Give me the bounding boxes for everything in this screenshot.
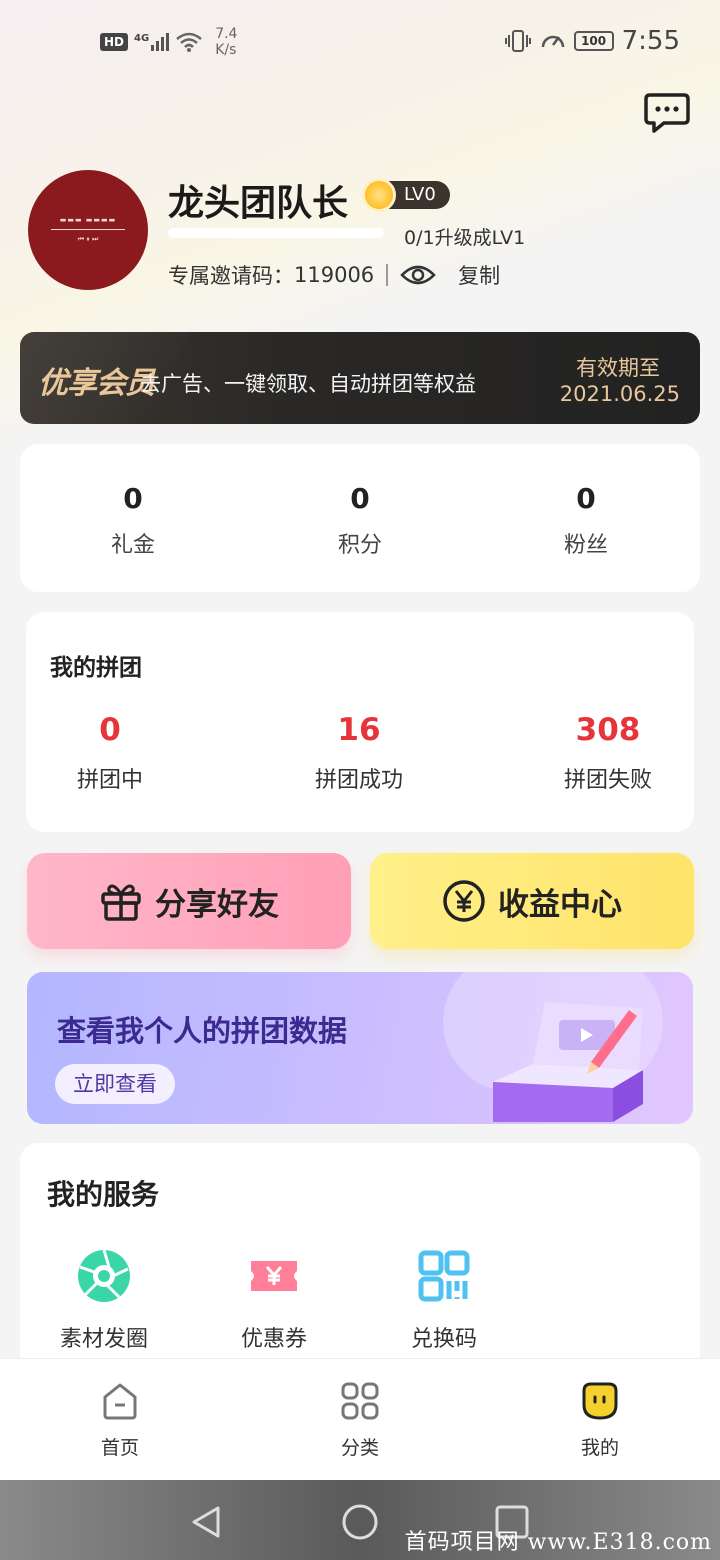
watermark: 首码项目网 www.E318.com: [404, 1530, 712, 1555]
stat-label: 粉丝: [563, 533, 608, 558]
group-stat-failed[interactable]: 308 拼团失败: [518, 712, 698, 794]
stat-points[interactable]: 0 积分: [280, 482, 440, 559]
aperture-icon: [78, 1249, 130, 1302]
banner-title: 查看我个人的拼团数据: [57, 1014, 348, 1048]
stat-label: 积分: [337, 533, 382, 558]
group-stat-label: 拼团成功: [314, 768, 403, 793]
vip-expire-label: 有效期至: [576, 356, 660, 380]
qr-code-icon: [418, 1250, 470, 1302]
avatar-artwork-text: ▬▬▬ ▬▬▬▬: [59, 216, 117, 224]
group-stat-label: 拼团中: [76, 768, 143, 793]
stat-value: 0: [576, 482, 596, 515]
group-stat-in-progress[interactable]: 0 拼团中: [20, 712, 200, 794]
group-stat-value: 308: [575, 712, 641, 748]
vip-banner[interactable]: 优享会员 去广告、一键领取、自动拼团等权益 有效期至 2021.06.25: [20, 332, 700, 424]
speedometer-icon: [541, 35, 564, 48]
status-bar: HD 4G 7.4 K/s 100 7:55: [0, 0, 720, 84]
hd-badge: HD: [100, 33, 129, 51]
profile-face-icon: [582, 1382, 618, 1420]
eye-icon[interactable]: [400, 263, 436, 287]
services-title: 我的服务: [47, 1178, 160, 1211]
signal-icon: 4G: [134, 33, 170, 51]
home-icon: [103, 1383, 137, 1420]
invite-row: 专属邀请码： 119006 复制: [168, 260, 500, 290]
stat-label: 礼金: [110, 533, 155, 558]
nav-label: 分类: [340, 1437, 379, 1459]
stat-gift-money[interactable]: 0 礼金: [53, 482, 213, 559]
income-label: 收益中心: [498, 886, 622, 923]
group-stat-success[interactable]: 16 拼团成功: [269, 712, 449, 794]
divider: [386, 264, 389, 286]
service-label: 兑换码: [410, 1327, 477, 1352]
message-icon[interactable]: [644, 92, 690, 134]
nav-home[interactable]: 首页: [70, 1381, 170, 1460]
wifi-icon: [176, 32, 202, 52]
group-stat-label: 拼团失败: [563, 768, 652, 793]
status-left: HD 4G 7.4 K/s: [100, 26, 237, 58]
my-group-card: 我的拼团 0 拼团中 16 拼团成功 308 拼团失败: [26, 612, 694, 832]
network-type: 4G: [134, 33, 150, 44]
stat-value: 0: [350, 482, 370, 515]
stat-value: 0: [123, 482, 143, 515]
category-icon: [341, 1382, 379, 1420]
clock: 7:55: [621, 26, 680, 56]
yen-icon: [443, 880, 485, 922]
vip-description: 去广告、一键领取、自动拼团等权益: [140, 372, 476, 396]
nav-category[interactable]: 分类: [310, 1381, 410, 1460]
service-coupon[interactable]: 优惠券: [214, 1249, 334, 1353]
group-stat-value: 16: [337, 712, 381, 748]
income-center-button[interactable]: 收益中心: [370, 853, 694, 949]
speed-unit: K/s: [215, 42, 237, 58]
personal-data-banner[interactable]: 查看我个人的拼团数据 立即查看: [27, 972, 693, 1124]
group-title: 我的拼团: [50, 655, 142, 681]
invite-label: 专属邀请码：: [168, 264, 294, 288]
laptop-book-illustration: [493, 1002, 643, 1122]
gold-coin-icon: [362, 178, 396, 212]
home-circle-icon[interactable]: [340, 1502, 380, 1542]
stat-fans[interactable]: 0 粉丝: [506, 482, 666, 559]
stats-card: 0 礼金 0 积分 0 粉丝: [20, 444, 700, 592]
vibrate-icon: [504, 30, 531, 52]
services-card: 我的服务 素材发圈 优惠券 兑换码: [20, 1143, 700, 1383]
service-label: 素材发圈: [59, 1327, 148, 1352]
vip-expire-date: 2021.06.25: [559, 382, 680, 406]
user-name: 龙头团队长: [168, 183, 349, 224]
nav-mine[interactable]: 我的: [550, 1381, 650, 1460]
coupon-icon: [251, 1261, 297, 1291]
share-label: 分享好友: [155, 886, 279, 923]
battery-indicator: 100: [573, 31, 614, 51]
speed-value: 7.4: [215, 26, 238, 42]
service-redeem-code[interactable]: 兑换码: [384, 1249, 504, 1353]
gift-icon: [101, 884, 141, 921]
view-now-button[interactable]: 立即查看: [55, 1064, 175, 1104]
vip-title: 优享会员: [38, 366, 155, 401]
network-speed: 7.4 K/s: [215, 26, 237, 58]
level-badge[interactable]: LV0: [362, 178, 450, 212]
avatar-artwork-line: [51, 229, 125, 230]
invite-code: 119006: [294, 263, 375, 287]
back-icon[interactable]: [186, 1502, 226, 1542]
share-friends-button[interactable]: 分享好友: [27, 853, 351, 949]
upgrade-text: 0/1升级成LV1: [404, 227, 526, 249]
group-stat-value: 0: [99, 712, 121, 748]
avatar[interactable]: ▬▬▬ ▬▬▬▬ ⏮ ⏸ ⏭: [28, 170, 148, 290]
level-progress-bar: [168, 228, 384, 238]
nav-label: 首页: [100, 1437, 139, 1459]
bottom-nav: 首页 分类 我的: [0, 1358, 720, 1480]
nav-label: 我的: [580, 1437, 619, 1459]
service-label: 优惠券: [240, 1327, 307, 1352]
status-right: 100 7:55: [504, 26, 680, 56]
copy-button[interactable]: 复制: [458, 260, 500, 290]
avatar-artwork-controls: ⏮ ⏸ ⏭: [77, 235, 99, 243]
service-material-share[interactable]: 素材发圈: [44, 1249, 164, 1353]
